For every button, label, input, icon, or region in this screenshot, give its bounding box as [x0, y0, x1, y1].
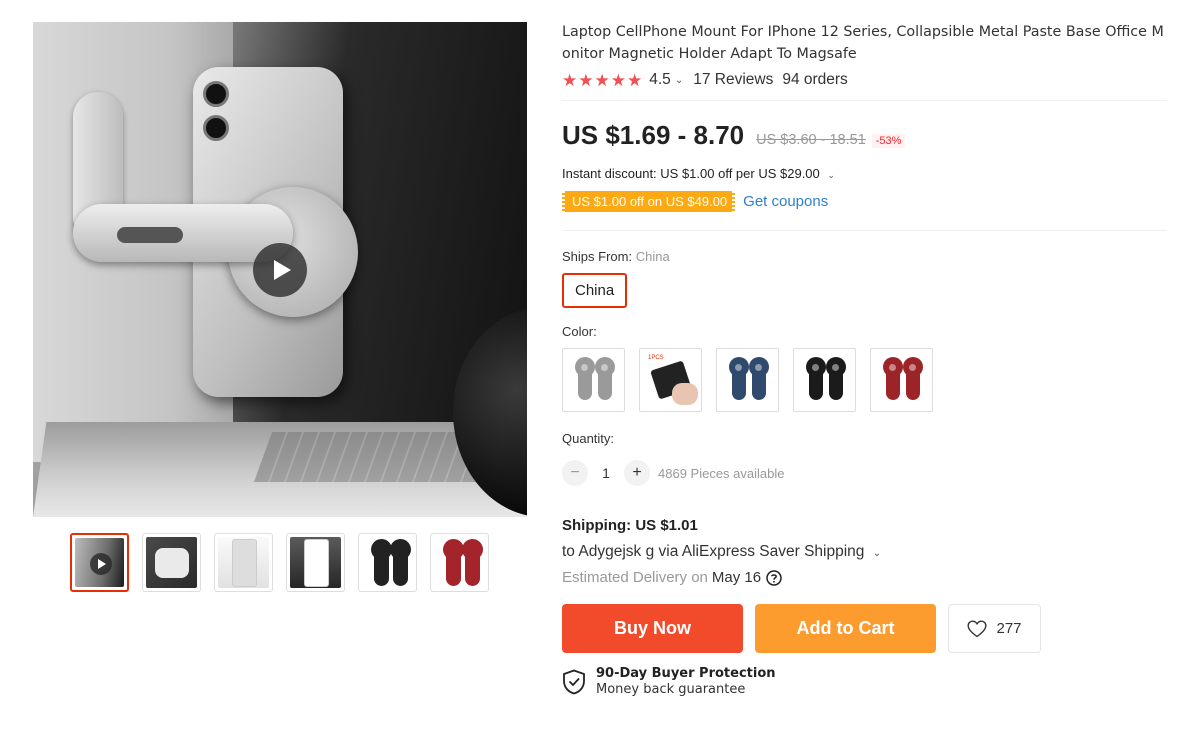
- reviews-link[interactable]: 17 Reviews: [693, 71, 773, 89]
- protection-subtitle: Money back guarantee: [596, 682, 746, 697]
- color-swatch-gray[interactable]: [562, 348, 625, 412]
- pieces-available: 4869 Pieces available: [658, 465, 785, 481]
- camera-lens-icon: [203, 115, 229, 141]
- heart-icon: [967, 619, 987, 637]
- quantity-decrease-button[interactable]: −: [562, 460, 588, 486]
- chevron-down-icon: ⌄: [872, 548, 882, 559]
- price-row: US $1.69 - 8.70 US $3.60 - 18.51 -53%: [562, 120, 1167, 151]
- package-shape: [233, 540, 256, 586]
- mount-slot-shape: [117, 227, 183, 243]
- video-play-button[interactable]: [253, 243, 307, 297]
- chevron-down-icon: ⌄: [827, 170, 835, 180]
- product-title: Laptop CellPhone Mount For IPhone 12 Ser…: [562, 24, 1164, 62]
- red-mount-shape: [883, 357, 903, 400]
- rating-row: ★ ★ ★ ★ ★ 4.5 ⌄ 17 Reviews 94 orders: [562, 71, 1167, 89]
- orders-count: 94 orders: [782, 71, 848, 88]
- discount-badge: -53%: [871, 134, 906, 148]
- quantity-stepper: − 1 + 4869 Pieces available: [562, 460, 1167, 486]
- estimated-delivery-label: Estimated Delivery on: [562, 569, 708, 586]
- color-swatch-pad[interactable]: 1PCS: [639, 348, 702, 412]
- thumbnail-2[interactable]: [142, 533, 201, 592]
- wishlist-button[interactable]: 277: [948, 604, 1041, 653]
- thumbnail-3[interactable]: [214, 533, 273, 592]
- divider: [562, 230, 1167, 231]
- shipping-method[interactable]: to Adygejsk g via AliExpress Saver Shipp…: [562, 543, 1167, 561]
- shipping-method-text: to Adygejsk g via AliExpress Saver Shipp…: [562, 543, 865, 560]
- ships-from-title: Ships From:: [562, 249, 633, 264]
- instant-discount-text: Instant discount: US $1.00 off per US $2…: [562, 166, 820, 181]
- color-swatch-blue[interactable]: [716, 348, 779, 412]
- delivery-date: May 16: [711, 569, 762, 586]
- black-mount-shape: [826, 357, 846, 400]
- gray-mount-shape: [575, 357, 595, 400]
- swatch-tag: 1PCS: [648, 355, 664, 361]
- wishlist-count: 277: [996, 620, 1022, 637]
- action-buttons: Buy Now Add to Cart 277: [562, 604, 1167, 653]
- product-info-panel: Laptop CellPhone Mount For IPhone 12 Ser…: [562, 22, 1167, 697]
- black-mount-shape: [390, 539, 411, 586]
- star-icon: ★: [594, 70, 610, 90]
- package-shape: [305, 540, 328, 586]
- chevron-down-icon[interactable]: ⌄: [675, 75, 683, 86]
- mount-pieces-shape: [155, 548, 189, 578]
- divider: [562, 100, 1167, 101]
- current-price: US $1.69 - 8.70: [562, 120, 745, 150]
- hand-shape: [672, 383, 698, 405]
- buyer-protection: 90-Day Buyer Protection Money back guara…: [562, 666, 1167, 697]
- blue-mount-shape: [729, 357, 749, 400]
- rating-stars: ★ ★ ★ ★ ★: [562, 72, 642, 89]
- thumbnail-strip: [70, 533, 489, 592]
- quantity-label: Quantity:: [562, 431, 615, 446]
- ships-from-label: Ships From: China: [562, 249, 1167, 264]
- thumbnail-5[interactable]: [358, 533, 417, 592]
- coupon-tag: US $1.00 off on US $49.00: [562, 191, 736, 212]
- coupon-row: US $1.00 off on US $49.00 Get coupons: [562, 191, 1167, 212]
- color-swatch-red[interactable]: [870, 348, 933, 412]
- ships-from-option-china[interactable]: China: [562, 273, 628, 308]
- thumbnail-6[interactable]: [430, 533, 489, 592]
- camera-lens-icon: [203, 81, 229, 107]
- play-icon: [274, 260, 291, 280]
- red-mount-shape: [903, 357, 923, 400]
- product-main-image[interactable]: [33, 22, 527, 517]
- estimated-delivery: Estimated Delivery on May 16: [562, 569, 1167, 586]
- black-mount-shape: [806, 357, 826, 400]
- color-label: Color:: [562, 324, 597, 339]
- blue-mount-shape: [749, 357, 769, 400]
- black-mount-shape: [371, 539, 392, 586]
- play-icon: [90, 553, 112, 575]
- thumbnail-1[interactable]: [70, 533, 129, 592]
- red-mount-shape: [462, 539, 483, 586]
- shield-check-icon: [563, 669, 585, 694]
- original-price: US $3.60 - 18.51: [756, 132, 866, 148]
- instant-discount[interactable]: Instant discount: US $1.00 off per US $2…: [562, 166, 1167, 181]
- shipping-cost: Shipping: US $1.01: [562, 517, 698, 534]
- buy-now-button[interactable]: Buy Now: [562, 604, 743, 653]
- add-to-cart-button[interactable]: Add to Cart: [755, 604, 936, 653]
- color-swatches: 1PCS: [562, 348, 1167, 412]
- protection-title: 90-Day Buyer Protection: [596, 666, 776, 681]
- red-mount-shape: [443, 539, 464, 586]
- thumbnail-4[interactable]: [286, 533, 345, 592]
- color-swatch-black[interactable]: [793, 348, 856, 412]
- ships-from-value: China: [635, 249, 670, 264]
- gray-mount-shape: [595, 357, 615, 400]
- quantity-increase-button[interactable]: +: [624, 460, 650, 486]
- get-coupons-link[interactable]: Get coupons: [743, 193, 828, 210]
- quantity-input[interactable]: 1: [588, 465, 624, 481]
- rating-value[interactable]: 4.5: [649, 71, 671, 89]
- star-icon: ★: [610, 70, 626, 90]
- help-icon[interactable]: [766, 569, 782, 586]
- star-icon: ★: [562, 70, 578, 90]
- star-icon: ★: [578, 70, 594, 90]
- star-half-icon: ★: [627, 70, 643, 90]
